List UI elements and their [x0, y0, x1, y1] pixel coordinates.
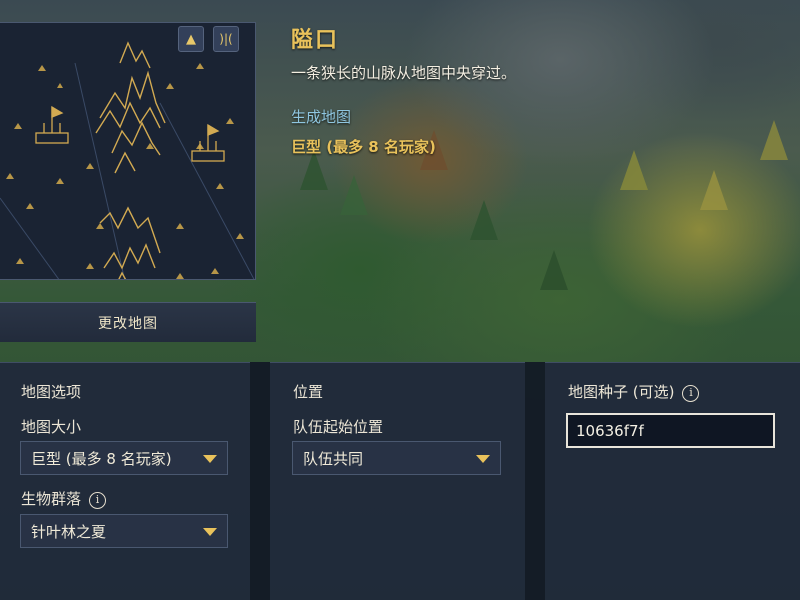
panel-divider [250, 362, 270, 600]
map-size-value: 巨型 (最多 8 名玩家) [31, 449, 172, 468]
map-options-heading: 地图选项 [21, 383, 82, 401]
team-start-dropdown[interactable]: 队伍共同 [292, 441, 501, 475]
map-size-dropdown[interactable]: 巨型 (最多 8 名玩家) [20, 441, 228, 475]
position-heading: 位置 [293, 383, 324, 401]
biome-label: 生物群落 i [21, 488, 107, 509]
change-map-button[interactable]: 更改地图 [0, 302, 256, 342]
mirror-tool-button[interactable]: )|( [213, 26, 239, 52]
map-size-summary: 巨型 (最多 8 名玩家) [291, 138, 436, 156]
map-size-label: 地图大小 [21, 418, 82, 436]
biome-value: 针叶林之夏 [31, 522, 107, 541]
info-icon[interactable]: i [89, 492, 107, 509]
map-seed-input[interactable] [566, 413, 775, 448]
chevron-down-icon [476, 455, 490, 463]
map-title: 隘口 [291, 28, 340, 53]
team-start-label: 队伍起始位置 [293, 418, 384, 436]
map-description: 一条狭长的山脉从地图中央穿过。 [291, 64, 517, 82]
biome-dropdown[interactable]: 针叶林之夏 [20, 514, 228, 548]
mirror-icon: )|( [219, 32, 233, 46]
info-icon[interactable]: i [682, 385, 700, 402]
generate-map-link[interactable]: 生成地图 [291, 106, 351, 127]
chevron-down-icon [203, 528, 217, 536]
mountain-icon: ▲ [186, 31, 196, 47]
mountain-tool-button[interactable]: ▲ [178, 26, 204, 52]
map-preview: ▲ )|( [0, 22, 256, 280]
chevron-down-icon [203, 455, 217, 463]
panel-divider [525, 362, 545, 600]
seed-heading: 地图种子 (可选) i [568, 381, 700, 402]
team-start-value: 队伍共同 [303, 449, 364, 468]
map-preview-art [0, 41, 255, 279]
